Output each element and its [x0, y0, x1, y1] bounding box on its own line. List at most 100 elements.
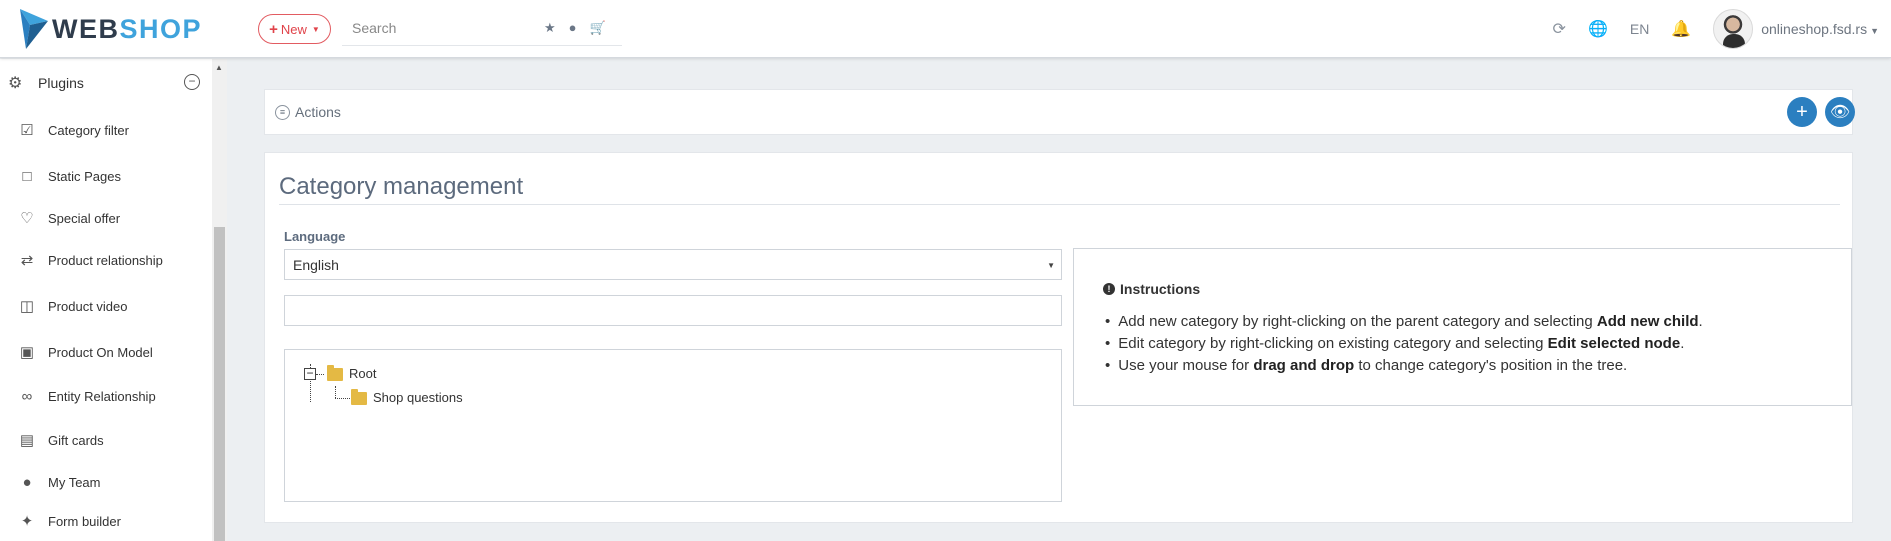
account-name: onlineshop.fsd.rs	[1761, 21, 1868, 37]
instruction-text: Use your mouse for	[1118, 357, 1254, 374]
tree-connector	[335, 398, 350, 399]
logo-word-web: WEB	[52, 13, 120, 44]
gift-icon: ▤	[19, 432, 35, 449]
actions-label: Actions	[295, 104, 341, 120]
sidebar-item-special-offer[interactable]: ♡ Special offer	[16, 206, 206, 230]
instruction-item: Add new category by right-clicking on th…	[1105, 311, 1703, 333]
add-category-button[interactable]: +	[1787, 97, 1817, 127]
language-select-value: English	[293, 257, 339, 273]
sidebar-item-gift-cards[interactable]: ▤ Gift cards	[16, 428, 206, 452]
bell-icon[interactable]: 🔔	[1671, 19, 1691, 39]
sidebar-section-plugins[interactable]: ⚙ Plugins −	[8, 71, 200, 95]
webshop-logo[interactable]: WEBSHOP	[20, 9, 202, 49]
search-shortcuts: ★ ● 🛒	[544, 20, 606, 36]
top-right-controls: ⟳ 🌐 EN 🔔 onlineshop.fsd.rs ▼	[1553, 0, 1891, 58]
sidebar-item-label: Product On Model	[48, 344, 153, 360]
refresh-icon[interactable]: ⟳	[1553, 19, 1566, 39]
sidebar-item-label: My Team	[48, 474, 101, 490]
folder-icon	[327, 365, 343, 381]
instruction-text: Edit category by right-clicking on exist…	[1118, 335, 1548, 352]
tree-connector	[335, 386, 336, 398]
exclamation-circle-icon: !	[1103, 283, 1115, 295]
tools-icon: ✦	[20, 513, 34, 530]
cart-icon[interactable]: 🛒	[590, 20, 606, 36]
preview-button[interactable]: 👁	[1825, 97, 1855, 127]
sidebar-item-label: Gift cards	[48, 432, 104, 448]
search-bar: ★ ● 🛒	[342, 12, 622, 46]
sidebar-item-label: Category filter	[48, 122, 129, 138]
globe-icon[interactable]: 🌐	[1588, 19, 1608, 39]
language-label: Language	[284, 229, 346, 244]
sidebar-item-label: Product video	[48, 298, 128, 314]
account-menu[interactable]: onlineshop.fsd.rs ▼	[1761, 21, 1879, 37]
sidebar-section-label: Plugins	[38, 75, 84, 91]
tree-search-field[interactable]	[284, 295, 1062, 326]
chevron-down-icon: ▼	[1047, 261, 1055, 270]
actions-bar: ≡ Actions + 👁	[264, 89, 1855, 135]
scrollbar-thumb[interactable]	[214, 227, 225, 541]
sidebar-item-form-builder[interactable]: ✦ Form builder	[16, 509, 206, 533]
sidebar-item-entity-relationship[interactable]: ∞ Entity Relationship	[16, 384, 206, 408]
new-button-label: New	[280, 21, 307, 37]
sidebar-item-product-on-model[interactable]: ▣ Product On Model	[16, 340, 206, 364]
logo-flag-icon	[20, 9, 48, 49]
user-icon[interactable]: ●	[569, 20, 577, 36]
collapse-icon[interactable]: −	[304, 367, 316, 380]
instruction-item: Edit category by right-clicking on exist…	[1105, 333, 1703, 355]
minus-circle-icon[interactable]: −	[184, 74, 200, 90]
tree-search-input[interactable]	[285, 296, 1061, 325]
logo-word-shop: SHOP	[119, 13, 203, 44]
instruction-text: Add new category by right-clicking on th…	[1118, 313, 1597, 330]
star-icon[interactable]: ★	[544, 20, 556, 36]
top-bar: WEBSHOP + New ▼ ★ ● 🛒 ⟳ 🌐 EN 🔔 onlinesho…	[0, 0, 1891, 58]
instruction-text: .	[1698, 313, 1703, 330]
actions-toggle[interactable]: ≡ Actions	[275, 104, 341, 120]
title-divider	[279, 204, 1840, 205]
avatar[interactable]	[1713, 9, 1754, 49]
video-icon: ◫	[19, 298, 35, 315]
sidebar-item-product-relationship[interactable]: ⇄ Product relationship	[16, 248, 206, 272]
chevron-down-icon: ▼	[1870, 26, 1879, 36]
sidebar-item-label: Form builder	[48, 513, 121, 529]
instructions-title: ! Instructions	[1103, 281, 1200, 297]
tree-connector	[316, 374, 324, 375]
category-tree: − Root Shop questions	[284, 349, 1062, 502]
sidebar-item-category-filter[interactable]: ☑ Category filter	[16, 118, 206, 142]
sidebar: ⚙ Plugins − ☑ Category filter □ Static P…	[0, 59, 212, 541]
heart-icon: ♡	[20, 210, 34, 227]
sidebar-item-label: Entity Relationship	[48, 388, 156, 404]
instructions-list: Add new category by right-clicking on th…	[1105, 311, 1703, 377]
language-select[interactable]: English ▼	[284, 249, 1062, 280]
instructions-box: ! Instructions Add new category by right…	[1073, 248, 1852, 406]
tree-node-shop-questions[interactable]: Shop questions	[373, 390, 463, 405]
instruction-text: to change category's position in the tre…	[1354, 357, 1628, 374]
tree-node-root[interactable]: Root	[349, 366, 376, 381]
sidebar-item-label: Static Pages	[48, 168, 121, 184]
logo-text: WEBSHOP	[52, 14, 202, 45]
scroll-up-arrow-icon[interactable]: ▲	[215, 63, 223, 72]
language-switcher[interactable]: EN	[1630, 21, 1649, 37]
instruction-emphasis: Edit selected node	[1547, 335, 1681, 352]
new-button[interactable]: + New ▼	[258, 14, 331, 44]
sidebar-item-product-video[interactable]: ◫ Product video	[16, 294, 206, 318]
checkbox-icon: ☑	[20, 122, 34, 139]
instruction-text: .	[1680, 335, 1685, 352]
plus-icon: +	[1796, 100, 1808, 123]
sidebar-scrollbar[interactable]: ▲	[212, 59, 227, 541]
bookmark-icon: □	[22, 167, 32, 185]
sidebar-item-static-pages[interactable]: □ Static Pages	[16, 164, 206, 188]
plugins-icon: ⚙	[8, 75, 23, 92]
sidebar-item-label: Special offer	[48, 210, 121, 226]
eye-icon: 👁	[1829, 104, 1851, 121]
instruction-item: Use your mouse for drag and drop to chan…	[1105, 355, 1703, 377]
chevron-down-icon: ▼	[311, 24, 320, 34]
sidebar-item-my-team[interactable]: ● My Team	[16, 470, 206, 494]
plus-icon: +	[269, 20, 278, 38]
instruction-emphasis: drag and drop	[1253, 357, 1355, 374]
instructions-title-text: Instructions	[1120, 281, 1201, 297]
image-icon: ▣	[19, 344, 35, 361]
search-input[interactable]	[342, 12, 532, 44]
shuffle-icon: ⇄	[20, 252, 34, 269]
folder-icon	[351, 389, 367, 405]
sidebar-item-label: Product relationship	[48, 252, 163, 268]
